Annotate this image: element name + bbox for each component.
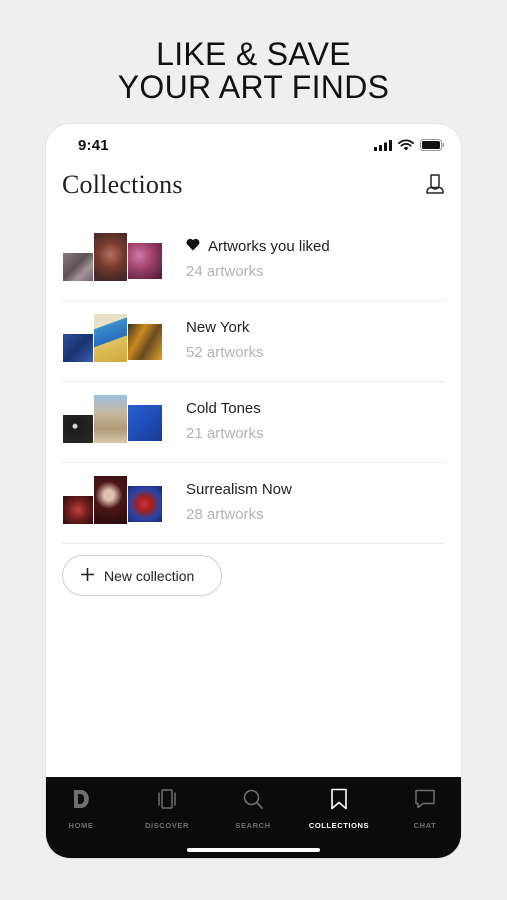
artwork-thumbnail bbox=[126, 323, 163, 361]
bookmark-icon bbox=[330, 788, 348, 815]
tab-label: DISCOVER bbox=[145, 821, 189, 830]
collection-title-text: Surrealism Now bbox=[186, 481, 292, 498]
collection-count: 21 artworks bbox=[186, 425, 264, 442]
tab-label: COLLECTIONS bbox=[308, 821, 370, 830]
artwork-thumbnail bbox=[62, 495, 94, 525]
search-icon bbox=[242, 788, 264, 815]
tab-discover[interactable]: DISCOVER bbox=[127, 788, 207, 830]
collection-row-liked[interactable]: Artworks you liked 24 artworks bbox=[62, 220, 444, 301]
collection-count: 52 artworks bbox=[186, 344, 264, 361]
collection-row-cold-tones[interactable]: Cold Tones 21 artworks bbox=[62, 382, 444, 463]
collection-title-text: New York bbox=[186, 319, 250, 336]
artwork-thumbnail bbox=[62, 333, 94, 363]
artwork-thumbnail bbox=[126, 485, 163, 523]
profile-icon bbox=[426, 173, 444, 199]
artwork-thumbnail bbox=[126, 404, 163, 442]
collection-thumbnails bbox=[62, 232, 170, 282]
signal-icon bbox=[374, 138, 392, 156]
collection-title: Surrealism Now bbox=[186, 481, 292, 498]
collection-count: 24 artworks bbox=[186, 263, 264, 280]
artwork-thumbnail bbox=[93, 475, 128, 525]
headline-line-2: YOUR ART FINDS bbox=[117, 69, 390, 105]
collection-thumbnails bbox=[62, 313, 170, 363]
tab-collections[interactable]: COLLECTIONS bbox=[299, 788, 379, 830]
heart-icon bbox=[186, 238, 200, 255]
profile-button[interactable] bbox=[423, 173, 447, 199]
collection-title-text: Cold Tones bbox=[186, 400, 261, 417]
collection-row-surrealism-now[interactable]: Surrealism Now 28 artworks bbox=[62, 463, 444, 544]
collection-title: Artworks you liked bbox=[186, 238, 330, 255]
cards-icon bbox=[156, 788, 178, 815]
tab-home[interactable]: HOME bbox=[46, 789, 121, 830]
collection-title: New York bbox=[186, 319, 249, 336]
collection-title: Cold Tones bbox=[186, 400, 261, 417]
headline-line-1: LIKE & SAVE bbox=[156, 36, 351, 72]
page-title: Collections bbox=[62, 170, 183, 199]
status-icons bbox=[374, 138, 445, 156]
artwork-thumbnail bbox=[62, 252, 94, 282]
tab-chat[interactable]: CHAT bbox=[385, 789, 461, 830]
home-indicator bbox=[187, 848, 320, 852]
tab-label: CHAT bbox=[413, 821, 437, 830]
artwork-thumbnail bbox=[62, 414, 94, 444]
chat-icon bbox=[414, 788, 436, 815]
artwork-thumbnail bbox=[93, 313, 128, 363]
home-logo-icon bbox=[73, 789, 89, 814]
collection-title-text: Artworks you liked bbox=[208, 238, 330, 255]
phone-screen: 9:41 Collections Artworks you liked 24 a… bbox=[46, 124, 461, 858]
collection-count: 28 artworks bbox=[186, 506, 264, 523]
artwork-thumbnail bbox=[93, 394, 128, 444]
collection-thumbnails bbox=[62, 475, 170, 525]
promo-headline: LIKE & SAVE YOUR ART FINDS bbox=[0, 38, 507, 104]
new-collection-label: New collection bbox=[104, 567, 195, 584]
battery-icon bbox=[420, 138, 445, 156]
artwork-thumbnail bbox=[93, 232, 128, 282]
collections-list: Artworks you liked 24 artworks New York … bbox=[62, 220, 444, 544]
status-time: 9:41 bbox=[78, 137, 109, 154]
wifi-icon bbox=[398, 138, 414, 156]
collection-row-new-york[interactable]: New York 52 artworks bbox=[62, 301, 444, 382]
tab-bar: HOME DISCOVER SEARCH COLLECTIONS CHAT bbox=[46, 777, 461, 858]
collection-thumbnails bbox=[62, 394, 170, 444]
tab-label: HOME bbox=[68, 821, 94, 830]
artwork-thumbnail bbox=[126, 242, 163, 280]
tab-search[interactable]: SEARCH bbox=[213, 789, 293, 830]
plus-icon bbox=[80, 567, 95, 584]
new-collection-button[interactable]: New collection bbox=[62, 555, 222, 596]
tab-label: SEARCH bbox=[235, 821, 271, 830]
status-bar: 9:41 bbox=[46, 124, 461, 168]
